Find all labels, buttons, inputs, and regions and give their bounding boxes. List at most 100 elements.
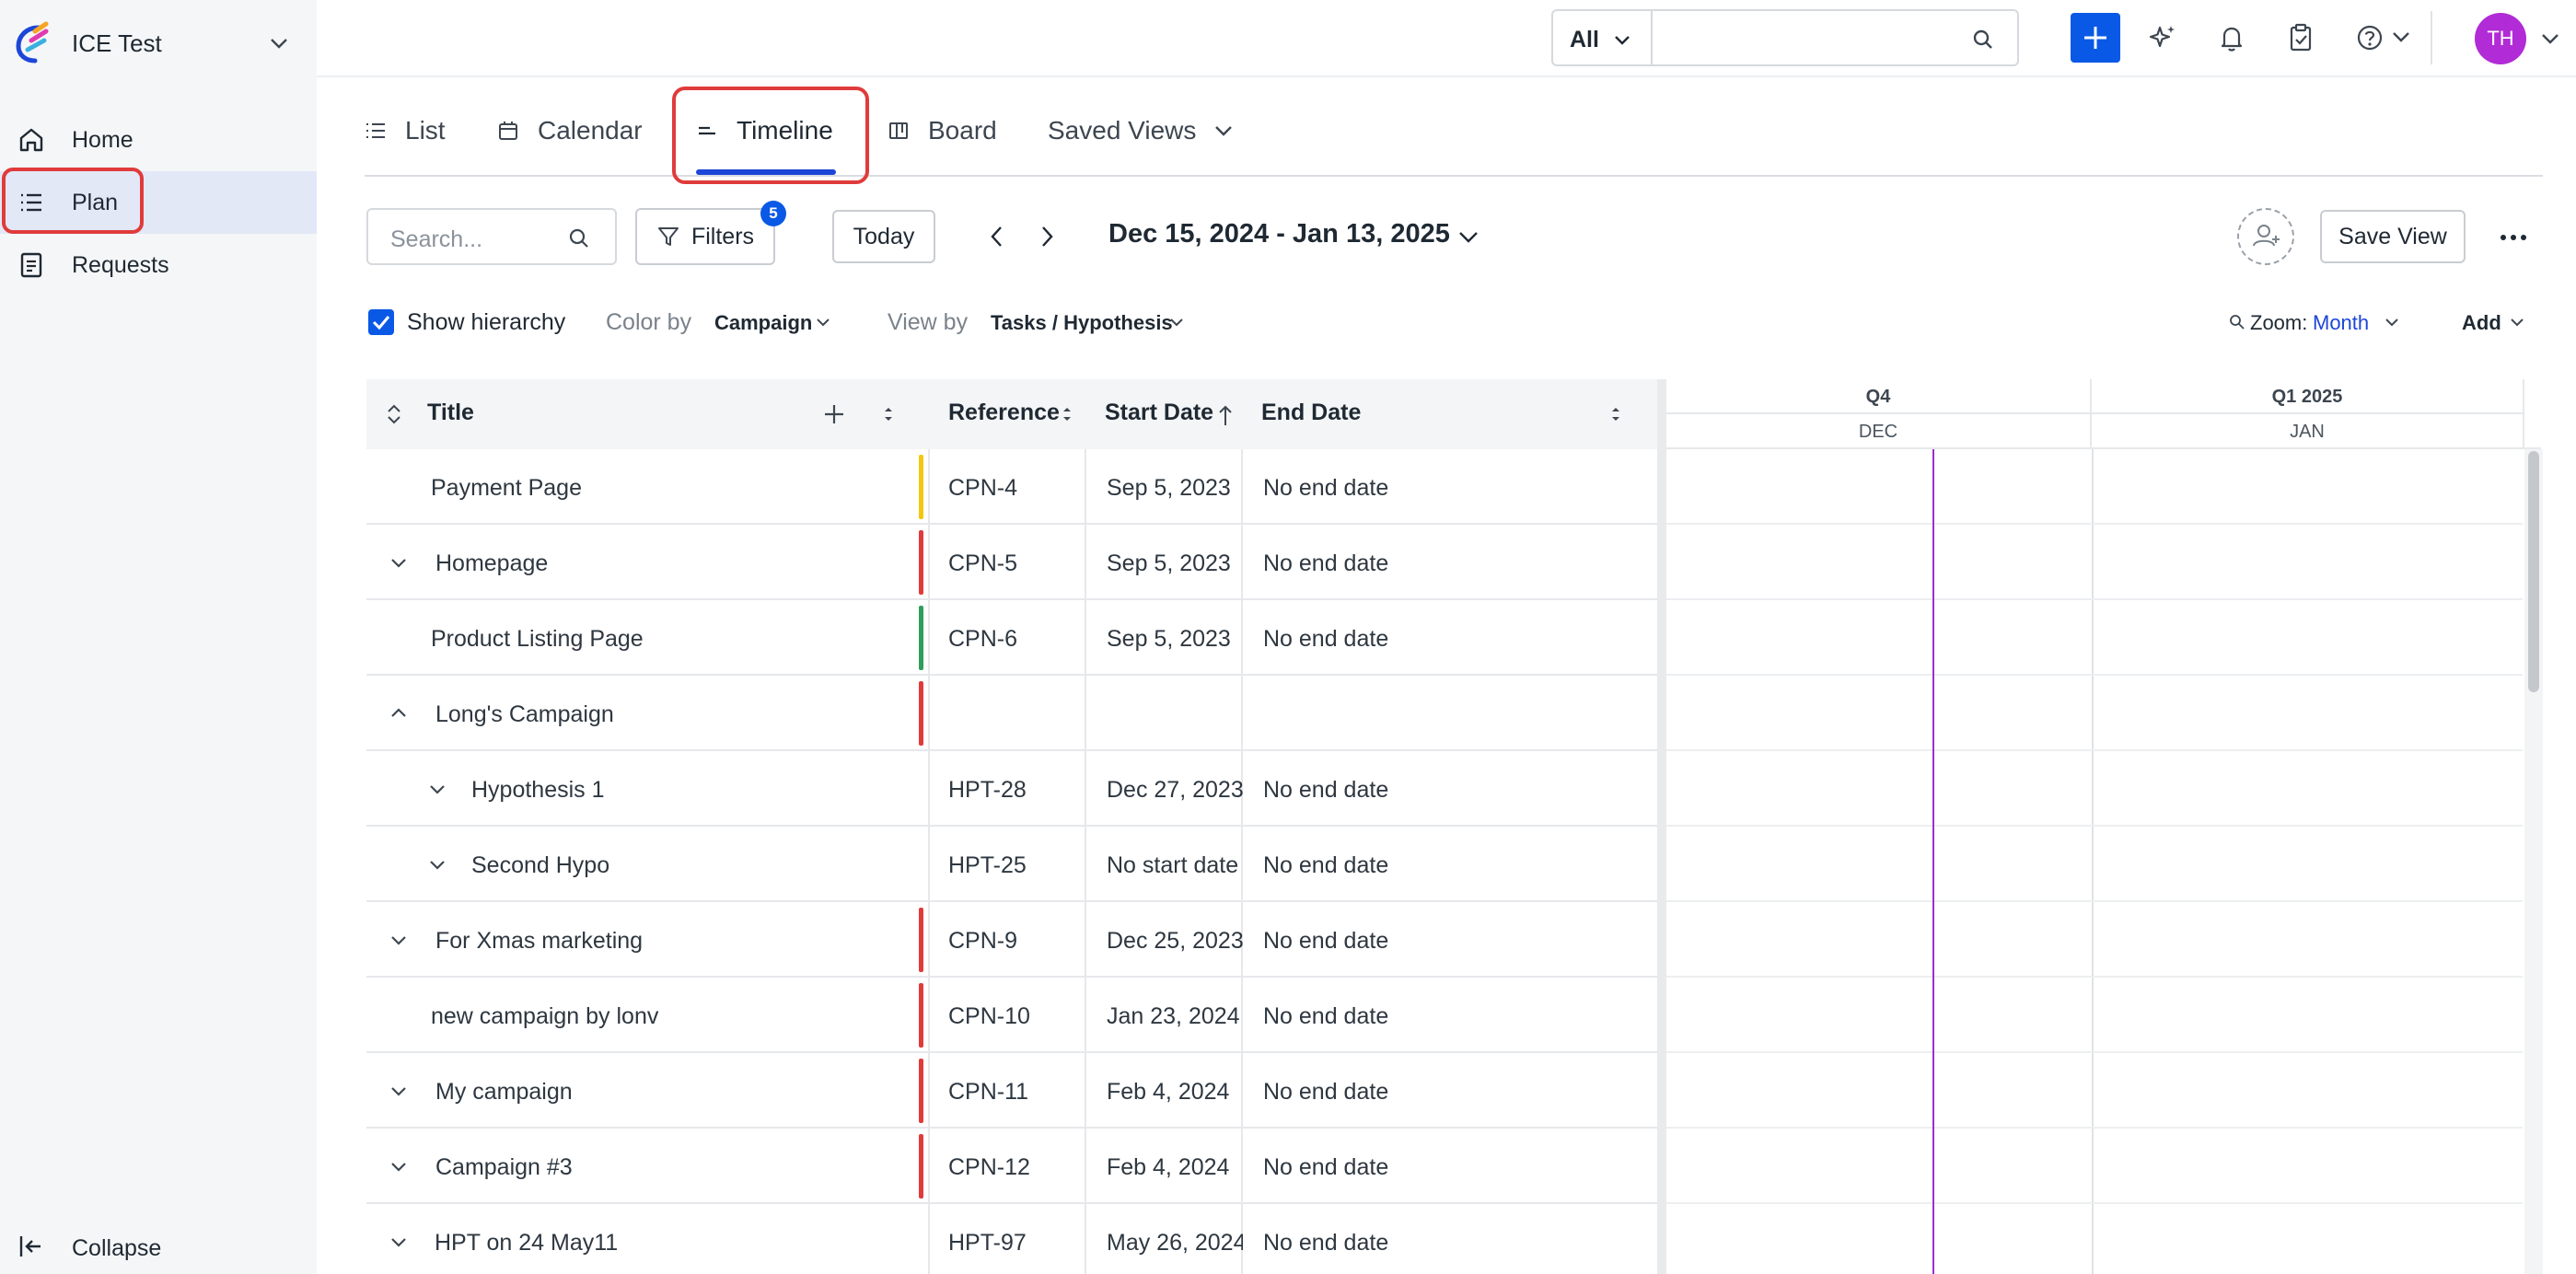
chevron-down-icon[interactable] (427, 854, 447, 874)
sort-ascending-icon[interactable] (1217, 403, 1234, 427)
row-end-date: No end date (1263, 1230, 1389, 1256)
tab-board[interactable]: Board (888, 112, 997, 149)
row-reference: HPT-25 (948, 852, 1027, 878)
timeline-row-divider (1666, 1127, 2523, 1129)
chevron-down-icon[interactable] (2390, 26, 2412, 48)
create-button[interactable] (2071, 13, 2120, 63)
row-reference: CPN-12 (948, 1154, 1030, 1180)
column-title[interactable]: Title (427, 400, 474, 426)
row-reference: CPN-4 (948, 475, 1018, 501)
scrollbar-thumb[interactable] (2528, 451, 2539, 692)
chevron-down-icon[interactable] (389, 1156, 409, 1176)
chevron-right-icon[interactable] (1033, 223, 1061, 250)
today-button[interactable]: Today (832, 210, 935, 263)
zoom-select[interactable]: Month (2313, 311, 2369, 335)
filters-count-badge: 5 (760, 201, 786, 226)
chevron-down-icon[interactable] (389, 1232, 409, 1252)
timeline-splitter[interactable] (1657, 379, 1666, 1274)
tab-saved-views[interactable]: Saved Views (1048, 112, 1253, 149)
chevron-down-icon[interactable] (1455, 223, 1482, 250)
campaign-color-bar (919, 1059, 923, 1123)
column-end-date[interactable]: End Date (1261, 400, 1361, 426)
sidebar-item-label: Requests (72, 251, 169, 278)
table-row[interactable]: Campaign #3 CPN-12 Feb 4, 2024 No end date (366, 1129, 1659, 1204)
timeline-row-divider (1666, 825, 2523, 827)
sort-icon[interactable] (882, 405, 895, 423)
sort-icon[interactable] (1061, 405, 1073, 423)
highlight-annotation (672, 87, 869, 184)
row-title: My campaign (435, 1079, 573, 1105)
row-end-date: No end date (1263, 777, 1389, 803)
timeline-row-divider (1666, 900, 2523, 902)
sidebar-item-home[interactable]: Home (0, 109, 317, 171)
ai-sparkle-icon[interactable] (2147, 22, 2178, 53)
row-start-date: Dec 27, 2023 (1107, 777, 1243, 803)
row-title: For Xmas marketing (435, 928, 644, 954)
assign-user-button[interactable] (2237, 208, 2294, 265)
row-end-date: No end date (1263, 626, 1389, 652)
add-column-icon[interactable] (821, 401, 847, 427)
more-options-icon[interactable] (2499, 225, 2528, 250)
timeline-month: JAN (2092, 414, 2524, 449)
chevron-left-icon[interactable] (983, 223, 1011, 250)
row-start-date: May 26, 2024 (1107, 1230, 1243, 1256)
row-end-date: No end date (1263, 852, 1389, 878)
table-row[interactable]: HPT on 24 May11 HPT-97 May 26, 2024 No end … (366, 1204, 1659, 1274)
avatar[interactable]: TH (2475, 13, 2526, 64)
save-view-button[interactable]: Save View (2320, 210, 2466, 263)
search-input[interactable]: Search... (366, 208, 617, 265)
view-by-label: View by (888, 309, 969, 335)
add-user-icon (2253, 225, 2280, 247)
show-hierarchy-checkbox[interactable] (368, 309, 394, 335)
table-row[interactable]: Payment Page CPN-4 Sep 5, 2023 No end date (366, 449, 1659, 525)
sidebar-item-requests[interactable]: Requests (0, 234, 317, 296)
chevron-down-icon[interactable] (389, 552, 409, 573)
column-reference[interactable]: Reference (948, 400, 1060, 426)
bell-icon[interactable] (2216, 22, 2247, 53)
chevron-down-icon[interactable] (2539, 28, 2561, 50)
help-icon[interactable] (2354, 22, 2385, 53)
workspace-switcher[interactable]: ICE Test (0, 0, 317, 85)
date-range[interactable]: Dec 15, 2024 - Jan 13, 2025 (1108, 219, 1450, 249)
chevron-up-icon[interactable] (389, 703, 409, 724)
timeline-row-divider (1666, 749, 2523, 751)
search-icon (569, 228, 588, 248)
table-row[interactable]: new campaign by lonv CPN-10 Jan 23, 2024 No… (366, 978, 1659, 1053)
row-start-date: No start date (1107, 852, 1239, 878)
table-row[interactable]: Long's Campaign (366, 676, 1659, 751)
column-start-date[interactable]: Start Date (1105, 400, 1213, 426)
row-start-date: Sep 5, 2023 (1107, 550, 1231, 576)
clipboard-check-icon[interactable] (2285, 22, 2316, 53)
chevron-down-icon[interactable] (427, 779, 447, 799)
table-row[interactable]: My campaign CPN-11 Feb 4, 2024 No end date (366, 1053, 1659, 1129)
table-row[interactable]: Product Listing Page CPN-6 Sep 5, 2023 No e… (366, 600, 1659, 676)
collapse-sidebar-button[interactable]: Collapse (0, 1219, 317, 1274)
filters-button[interactable]: Filters (635, 208, 775, 265)
chevron-down-icon (1170, 318, 1183, 327)
board-icon (889, 122, 908, 139)
global-search-input[interactable] (1651, 9, 2019, 66)
view-by-select[interactable]: Tasks / Hypothesis (991, 311, 1173, 335)
table-row[interactable]: For Xmas marketing CPN-9 Dec 25, 2023 No en… (366, 902, 1659, 978)
sort-icon[interactable] (1609, 405, 1622, 423)
table-row[interactable]: Hypothesis 1 HPT-28 Dec 27, 2023 No end dat… (366, 751, 1659, 827)
row-title: Campaign #3 (435, 1154, 573, 1180)
expand-collapse-all-icon[interactable] (383, 403, 405, 425)
table-row[interactable]: Second Hypo HPT-25 No start date No end dat… (366, 827, 1659, 902)
chevron-down-icon[interactable] (389, 1081, 409, 1101)
filter-icon (657, 227, 679, 246)
chevron-down-icon (271, 39, 287, 49)
search-scope-select[interactable]: All (1551, 9, 1653, 66)
campaign-color-bar (919, 681, 923, 746)
home-icon (19, 128, 43, 152)
chevron-down-icon (817, 318, 830, 327)
tab-calendar[interactable]: Calendar (497, 112, 643, 149)
add-menu-button[interactable]: Add (2462, 311, 2501, 335)
tab-list[interactable]: List (365, 112, 446, 149)
color-by-select[interactable]: Campaign (714, 311, 812, 335)
table-row[interactable]: Homepage CPN-5 Sep 5, 2023 No end date (366, 525, 1659, 600)
timeline-month: DEC (1666, 414, 2092, 449)
brand-logo-icon (16, 21, 49, 64)
campaign-color-bar (919, 1134, 923, 1199)
chevron-down-icon[interactable] (389, 930, 409, 950)
